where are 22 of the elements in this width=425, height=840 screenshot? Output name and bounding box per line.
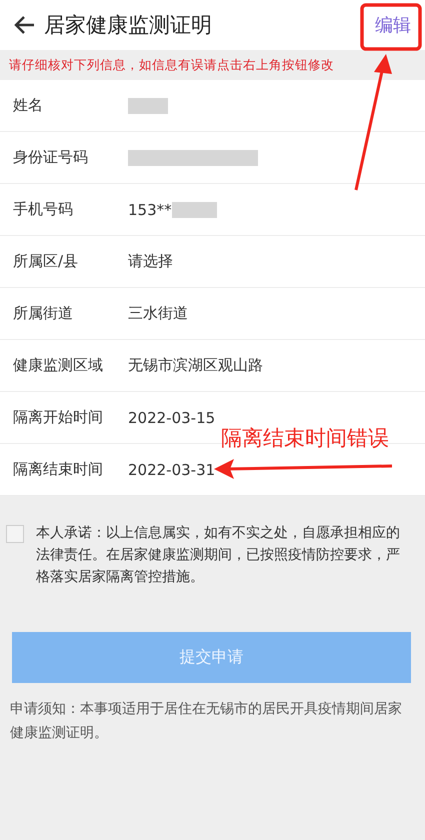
field-label: 健康监测区域 [13,356,104,375]
highlight-frame [360,3,422,51]
page-title: 居家健康监测证明 [44,12,213,39]
edit-button[interactable]: 编辑 [369,9,417,41]
field-label: 所属街道 [13,304,74,323]
field-value[interactable]: 153** [128,200,172,218]
pledge-text: 本人承诺：以上信息属实，如有不实之处，自愿承担相应的法律责任。在居家健康监测期间，已按照疫情防控要求，严格落实居家隔离管控措施。 [36,524,401,587]
field-label: 隔离开始时间 [13,408,104,427]
field-label: 身份证号码 [13,148,89,167]
back-arrow-icon[interactable] [14,14,36,36]
annotation-text: 隔离结束时间错误 [221,425,389,452]
field-label: 姓名 [13,96,44,115]
field-value[interactable]: 无锡市滨湖区观山路 [128,356,263,375]
field-value[interactable]: 2022-03-15 [128,408,216,426]
field-value[interactable]: 请选择 [128,252,173,271]
field-value[interactable]: 三水街道 [128,304,188,323]
field-label: 手机号码 [13,200,74,219]
application-notice: 申请须知：本事项适用于居住在无锡市的居民开具疫情期间居家健康监测证明。 [9,700,403,743]
field-label: 隔离结束时间 [13,460,104,479]
pledge-checkbox[interactable] [6,525,24,543]
field-label: 所属区/县 [13,252,80,271]
field-value[interactable]: 2022-03-31 [128,460,216,478]
